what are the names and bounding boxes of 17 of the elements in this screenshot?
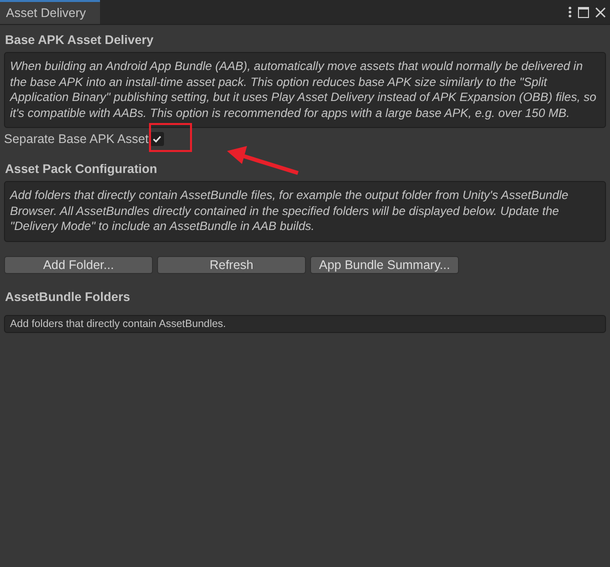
more-options-icon[interactable] [568, 6, 572, 18]
empty-list-message: Add folders that directly contain AssetBundles. [4, 314, 606, 332]
annotation-arrow [227, 146, 299, 175]
checkbox-label: Separate Base APK Asset [4, 132, 149, 146]
section-heading: Base APK Asset Delivery [5, 33, 154, 47]
section-heading: AssetBundle Folders [5, 290, 132, 304]
close-icon[interactable] [595, 6, 606, 18]
checkmark-icon [152, 134, 162, 144]
help-text: Add folders that directly contain AssetBundle files, for example the output folder from Unity's AssetBundle Browser. All AssetBundles directly contained in the specified folders will be displayed below. Update the "Delivery Mode" to include an AssetBundle in AAB builds. [4, 181, 606, 242]
help-text: When building an Android App Bundle (AAB), automatically move assets that would normally be delivered in the base APK into an install-time asset pack. This option reduces base APK size similarly to the "Split Application Binary" publishing setting, but it uses Play Asset Delivery instead of APK Expansion (OBB) files, so it's compatible with AABs. This option is recommended for apps with a large base APK, e.g. over 150 MB. [4, 52, 606, 128]
highlight-box [149, 123, 192, 152]
toolbar-button[interactable]: App Bundle Summary... [310, 256, 460, 274]
toolbar-button[interactable]: Add Folder... [4, 256, 153, 274]
maximize-icon[interactable] [578, 6, 589, 18]
section-heading: Asset Pack Configuration [5, 162, 158, 176]
toolbar-button[interactable]: Refresh [157, 256, 306, 274]
window-tab[interactable]: Asset Delivery [0, 0, 100, 24]
